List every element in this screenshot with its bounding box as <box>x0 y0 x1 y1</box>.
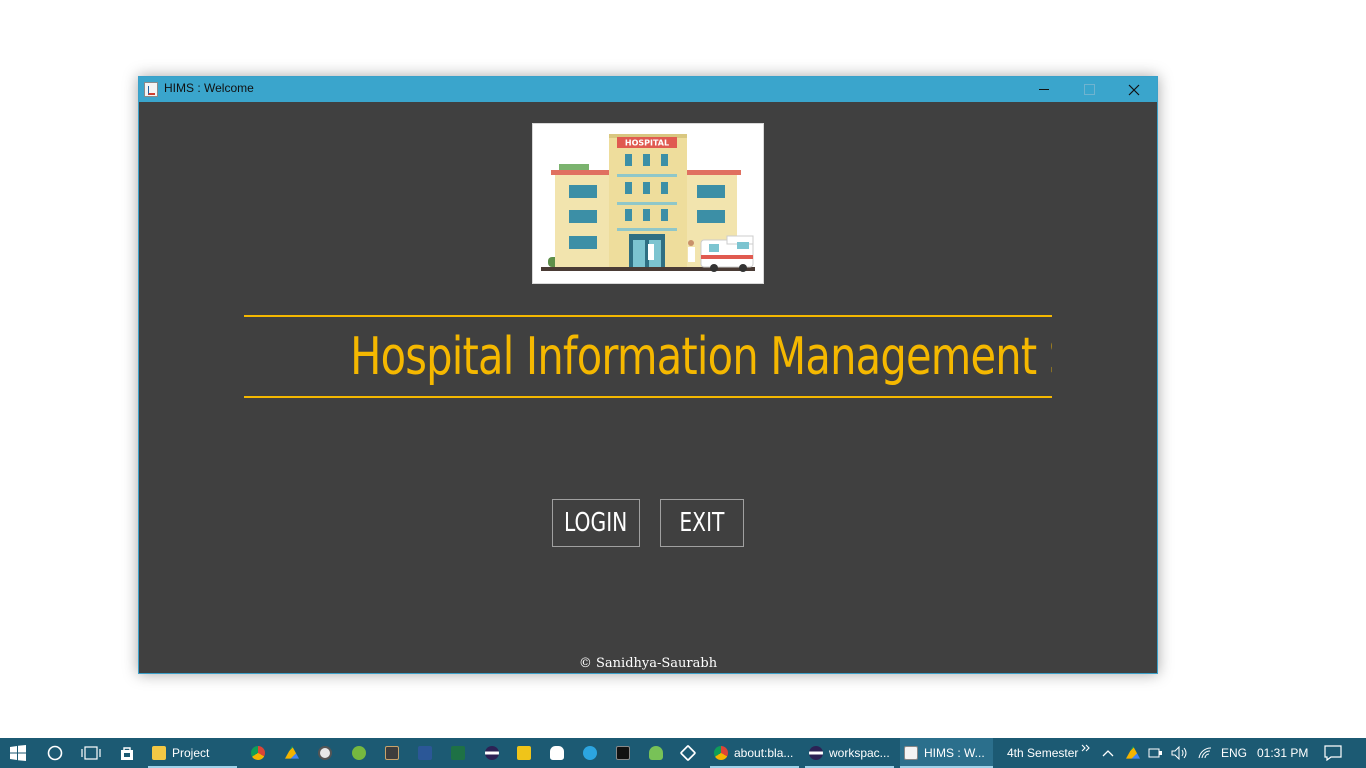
pinned-google-drive[interactable] <box>277 738 307 768</box>
tray-google-drive[interactable] <box>1123 738 1143 768</box>
java-icon <box>904 746 918 760</box>
battery-plug-icon <box>1148 748 1162 758</box>
eclipse-icon <box>809 746 823 760</box>
minimize-icon <box>1039 89 1049 90</box>
chrome-icon <box>251 746 265 760</box>
file-explorer-icon <box>152 746 166 760</box>
word-icon <box>418 746 432 760</box>
task-label: workspac... <box>829 746 890 760</box>
pinned-media[interactable] <box>310 738 340 768</box>
pinned-eclipse[interactable] <box>477 738 507 768</box>
pinned-chrome[interactable] <box>243 738 273 768</box>
login-button-label: LOGIN <box>564 508 628 538</box>
telegram-icon <box>583 746 597 760</box>
taskbar: Project about:bla... workspac... HIMS : … <box>0 738 1366 768</box>
speaker-icon <box>1171 746 1187 760</box>
android-studio-icon <box>649 746 663 760</box>
page-title: Hospital Information Management System <box>244 320 1052 394</box>
tray-wifi[interactable] <box>1194 738 1216 768</box>
close-icon <box>1128 84 1140 95</box>
taskbar-task-project[interactable]: Project <box>148 738 237 768</box>
chevron-up-icon <box>1102 750 1114 757</box>
taskbar-task-chrome[interactable]: about:bla... <box>710 738 799 768</box>
pinned-notepad[interactable] <box>377 738 407 768</box>
hospital-illustration: HOSPITAL <box>532 123 764 284</box>
virtualbox-icon <box>679 744 697 762</box>
pinned-hand-app[interactable] <box>542 738 572 768</box>
pinned-terminal[interactable] <box>608 738 638 768</box>
pinned-telegram[interactable] <box>575 738 605 768</box>
store-button[interactable] <box>110 738 144 768</box>
action-center-button[interactable] <box>1318 738 1348 768</box>
hims-welcome-window: HIMS : Welcome HOSPITAL Hospital Informa… <box>138 76 1158 674</box>
eclipse-icon <box>485 746 499 760</box>
notepad-icon <box>385 746 399 760</box>
show-hidden-icons-button[interactable] <box>1099 738 1117 768</box>
cortana-button[interactable] <box>38 738 72 768</box>
pinned-folder-app[interactable] <box>509 738 539 768</box>
task-view-button[interactable] <box>74 738 108 768</box>
copyright-footer: © Sanidhya-Saurabh <box>578 656 718 671</box>
tray-volume[interactable] <box>1169 738 1191 768</box>
store-bag-icon <box>121 747 133 760</box>
terminal-icon <box>616 746 630 760</box>
excel-icon <box>451 746 465 760</box>
notification-icon <box>1324 745 1342 761</box>
task-view-icon <box>81 746 101 760</box>
window-title: HIMS : Welcome <box>164 81 254 95</box>
tray-clock[interactable]: 01:31 PM <box>1257 738 1308 768</box>
taskbar-task-eclipse[interactable]: workspac... <box>805 738 894 768</box>
cortana-circle-icon <box>47 745 63 761</box>
chrome-icon <box>714 746 728 760</box>
welcome-panel: HOSPITAL Hospital Information Management… <box>139 102 1157 673</box>
pinned-excel[interactable] <box>443 738 473 768</box>
heading-top-rule <box>244 315 1052 317</box>
java-app-icon <box>144 82 158 97</box>
folder-app-icon <box>517 746 531 760</box>
start-button[interactable] <box>0 738 36 768</box>
google-drive-icon <box>285 746 299 759</box>
title-bar[interactable]: HIMS : Welcome <box>139 77 1157 102</box>
media-icon <box>318 746 332 760</box>
close-button[interactable] <box>1111 77 1157 102</box>
pinned-word[interactable] <box>410 738 440 768</box>
maximize-icon <box>1083 84 1095 95</box>
task-label: Project <box>172 746 210 760</box>
tray-power[interactable] <box>1146 738 1166 768</box>
tray-language[interactable]: ENG <box>1221 738 1247 768</box>
minimize-button[interactable] <box>1021 77 1067 102</box>
maximize-button[interactable] <box>1066 77 1112 102</box>
login-button[interactable]: LOGIN <box>552 499 640 547</box>
windows-logo-icon <box>10 745 26 761</box>
pinned-android-studio[interactable] <box>641 738 671 768</box>
toolbar-expand-button[interactable] <box>1079 738 1093 758</box>
task-label: about:bla... <box>734 746 794 760</box>
double-chevron-right-icon <box>1081 744 1090 752</box>
pinned-virtualbox[interactable] <box>673 738 703 768</box>
taskbar-task-hims[interactable]: HIMS : W... <box>900 738 993 768</box>
task-label: HIMS : W... <box>924 746 985 760</box>
pinned-utorrent[interactable] <box>344 738 374 768</box>
utorrent-icon <box>352 746 366 760</box>
hospital-sign: HOSPITAL <box>625 139 669 148</box>
wifi-icon <box>1198 747 1212 759</box>
google-drive-icon <box>1126 746 1140 759</box>
page-title-text: Hospital Information Management System <box>350 327 1052 387</box>
heading-bottom-rule <box>244 396 1052 398</box>
hand-icon <box>550 746 564 760</box>
toolbar-4th-semester[interactable]: 4th Semester <box>1007 738 1078 768</box>
exit-button-label: EXIT <box>679 508 725 538</box>
exit-button[interactable]: EXIT <box>660 499 744 547</box>
